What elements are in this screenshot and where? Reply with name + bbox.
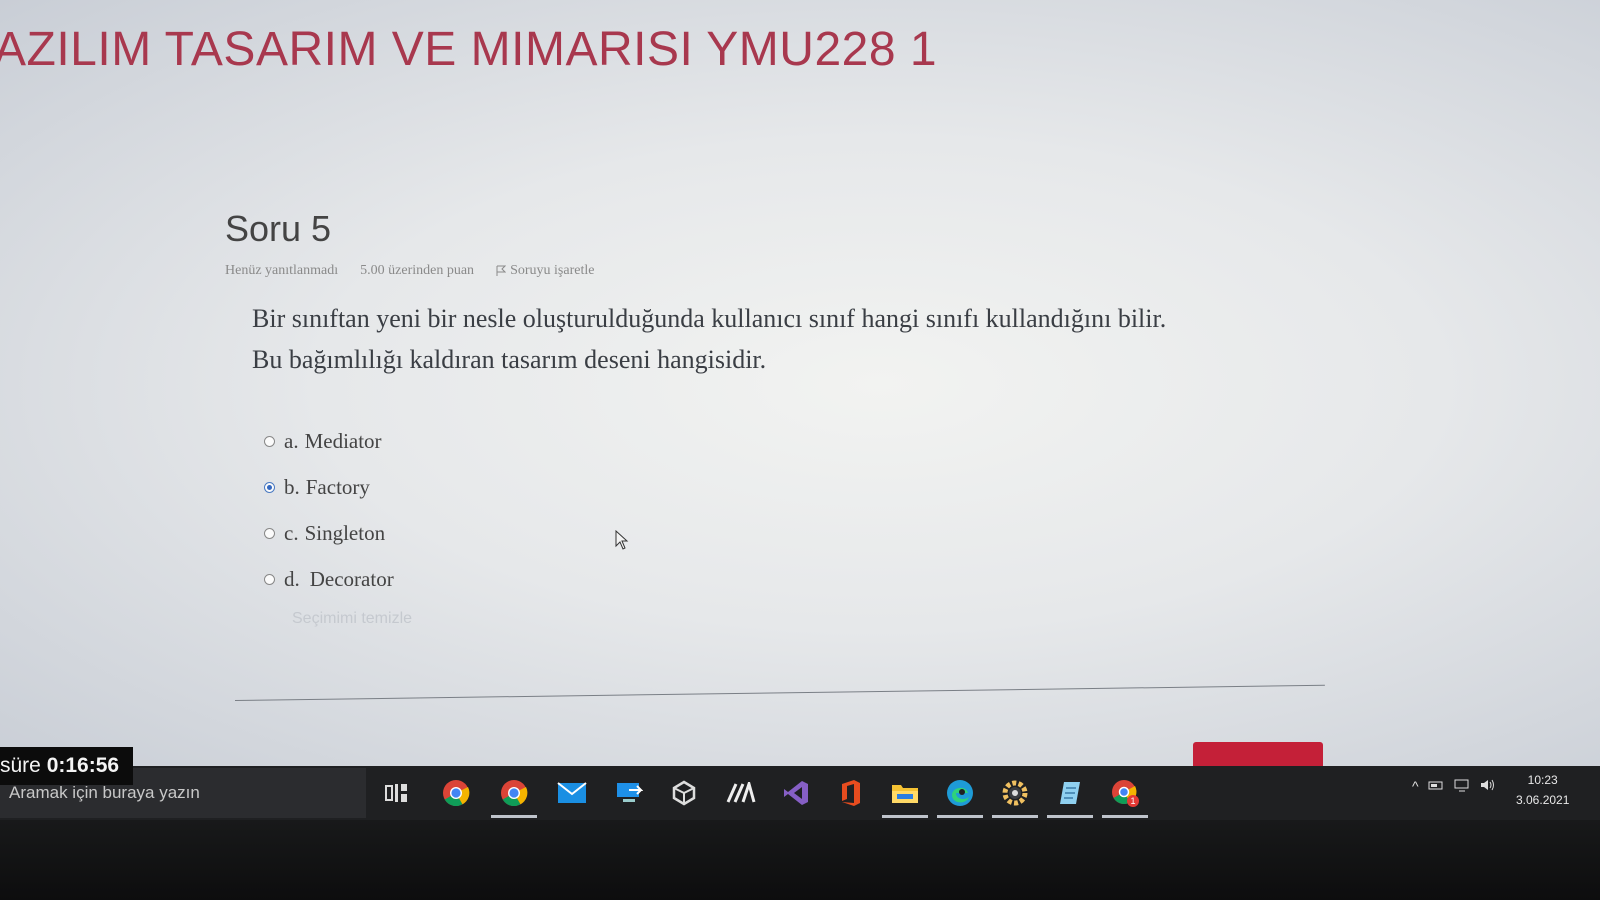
answer-label: Decorator bbox=[309, 566, 394, 591]
next-page-button[interactable] bbox=[1193, 742, 1323, 768]
visual-studio-icon[interactable] bbox=[777, 774, 815, 812]
clear-choice-link[interactable]: Seçimimi temizle bbox=[292, 610, 412, 628]
settings-icon[interactable] bbox=[992, 774, 1038, 818]
unity-icon[interactable] bbox=[665, 774, 703, 812]
timer-label: süre bbox=[0, 754, 47, 777]
chrome-notification-icon[interactable]: 1 bbox=[1102, 774, 1148, 818]
timer-value: 0:16:56 bbox=[46, 754, 120, 777]
answer-option-c[interactable]: c. Singleton bbox=[264, 510, 394, 556]
answer-label: Singleton bbox=[304, 520, 386, 545]
remote-desktop-icon[interactable] bbox=[610, 774, 648, 812]
answer-label: Factory bbox=[305, 474, 370, 499]
divider bbox=[234, 684, 1325, 701]
mail-icon[interactable] bbox=[553, 774, 591, 812]
answer-option-a[interactable]: a. Mediator bbox=[264, 418, 394, 464]
chevron-up-icon[interactable]: ^ bbox=[1412, 778, 1419, 794]
task-view-icon[interactable] bbox=[378, 774, 416, 812]
answer-option-d[interactable]: d. Decorator bbox=[264, 556, 394, 602]
answer-options: a. Mediator b. Factory c. Singleton d. D… bbox=[264, 418, 394, 602]
mathtype-icon[interactable] bbox=[722, 774, 760, 812]
file-explorer-icon[interactable] bbox=[882, 774, 928, 818]
answer-letter: a. bbox=[284, 428, 299, 453]
clock-time: 10:23 bbox=[1527, 773, 1558, 787]
svg-text:1: 1 bbox=[1130, 796, 1135, 806]
mouse-cursor-icon bbox=[615, 530, 629, 550]
answer-letter: d. bbox=[284, 566, 300, 591]
radio-button-b[interactable] bbox=[264, 481, 275, 493]
volume-icon[interactable] bbox=[1479, 778, 1497, 792]
clock-date: 3.06.2021 bbox=[1516, 793, 1570, 807]
question-points: 5.00 üzerinden puan bbox=[360, 263, 475, 278]
active-app-indicator bbox=[882, 815, 928, 818]
battery-icon[interactable] bbox=[1427, 778, 1445, 792]
flag-question-link[interactable]: Soruyu işaretle bbox=[496, 263, 594, 279]
question-text-line-2: Bu bağımlılığı kaldıran tasarım deseni h… bbox=[252, 345, 767, 374]
flag-question-label: Soruyu işaretle bbox=[510, 263, 595, 278]
system-clock[interactable]: 10:23 3.06.2021 bbox=[1516, 770, 1569, 810]
chrome-icon[interactable] bbox=[437, 774, 475, 812]
radio-button-a[interactable] bbox=[264, 435, 275, 447]
active-app-indicator bbox=[1047, 815, 1093, 818]
notepad-icon[interactable] bbox=[1047, 774, 1093, 818]
answer-label: Mediator bbox=[304, 428, 382, 453]
answer-letter: c. bbox=[284, 520, 299, 545]
monitor-bezel bbox=[0, 820, 1600, 900]
edge-icon[interactable] bbox=[937, 774, 983, 818]
office-icon[interactable] bbox=[832, 774, 870, 812]
radio-button-d[interactable] bbox=[264, 573, 275, 585]
question-text-line-1: Bir sınıftan yeni bir nesle oluşturulduğ… bbox=[252, 304, 1167, 333]
active-app-indicator bbox=[937, 815, 983, 818]
active-app-indicator bbox=[1102, 815, 1148, 818]
active-app-indicator bbox=[992, 815, 1038, 818]
course-title: AZILIM TASARIM VE MIMARISI YMU228 1 bbox=[0, 23, 938, 76]
answer-letter: b. bbox=[284, 474, 300, 499]
question-number: Soru 5 bbox=[225, 208, 332, 249]
windows-taskbar: Aramak için buraya yazın 1 ^ 10:23 3.06.… bbox=[0, 766, 1600, 820]
chrome-profile-icon[interactable] bbox=[491, 774, 537, 818]
answer-option-b[interactable]: b. Factory bbox=[264, 464, 394, 510]
network-icon[interactable] bbox=[1453, 778, 1471, 792]
system-tray: ^ bbox=[1412, 778, 1497, 794]
question-text: Bir sınıftan yeni bir nesle oluşturulduğ… bbox=[252, 298, 1312, 380]
flag-icon bbox=[496, 265, 507, 276]
answer-status: Henüz yanıtlanmadı bbox=[225, 263, 339, 278]
radio-button-c[interactable] bbox=[264, 527, 275, 539]
active-app-indicator bbox=[491, 815, 537, 818]
quiz-timer: süre 0:16:56 bbox=[0, 747, 133, 785]
browser-viewport: AZILIM TASARIM VE MIMARISI YMU228 1 Soru… bbox=[0, 0, 1600, 768]
question-info: Henüz yanıtlanmadı 5.00 üzerinden puan S… bbox=[225, 263, 594, 279]
